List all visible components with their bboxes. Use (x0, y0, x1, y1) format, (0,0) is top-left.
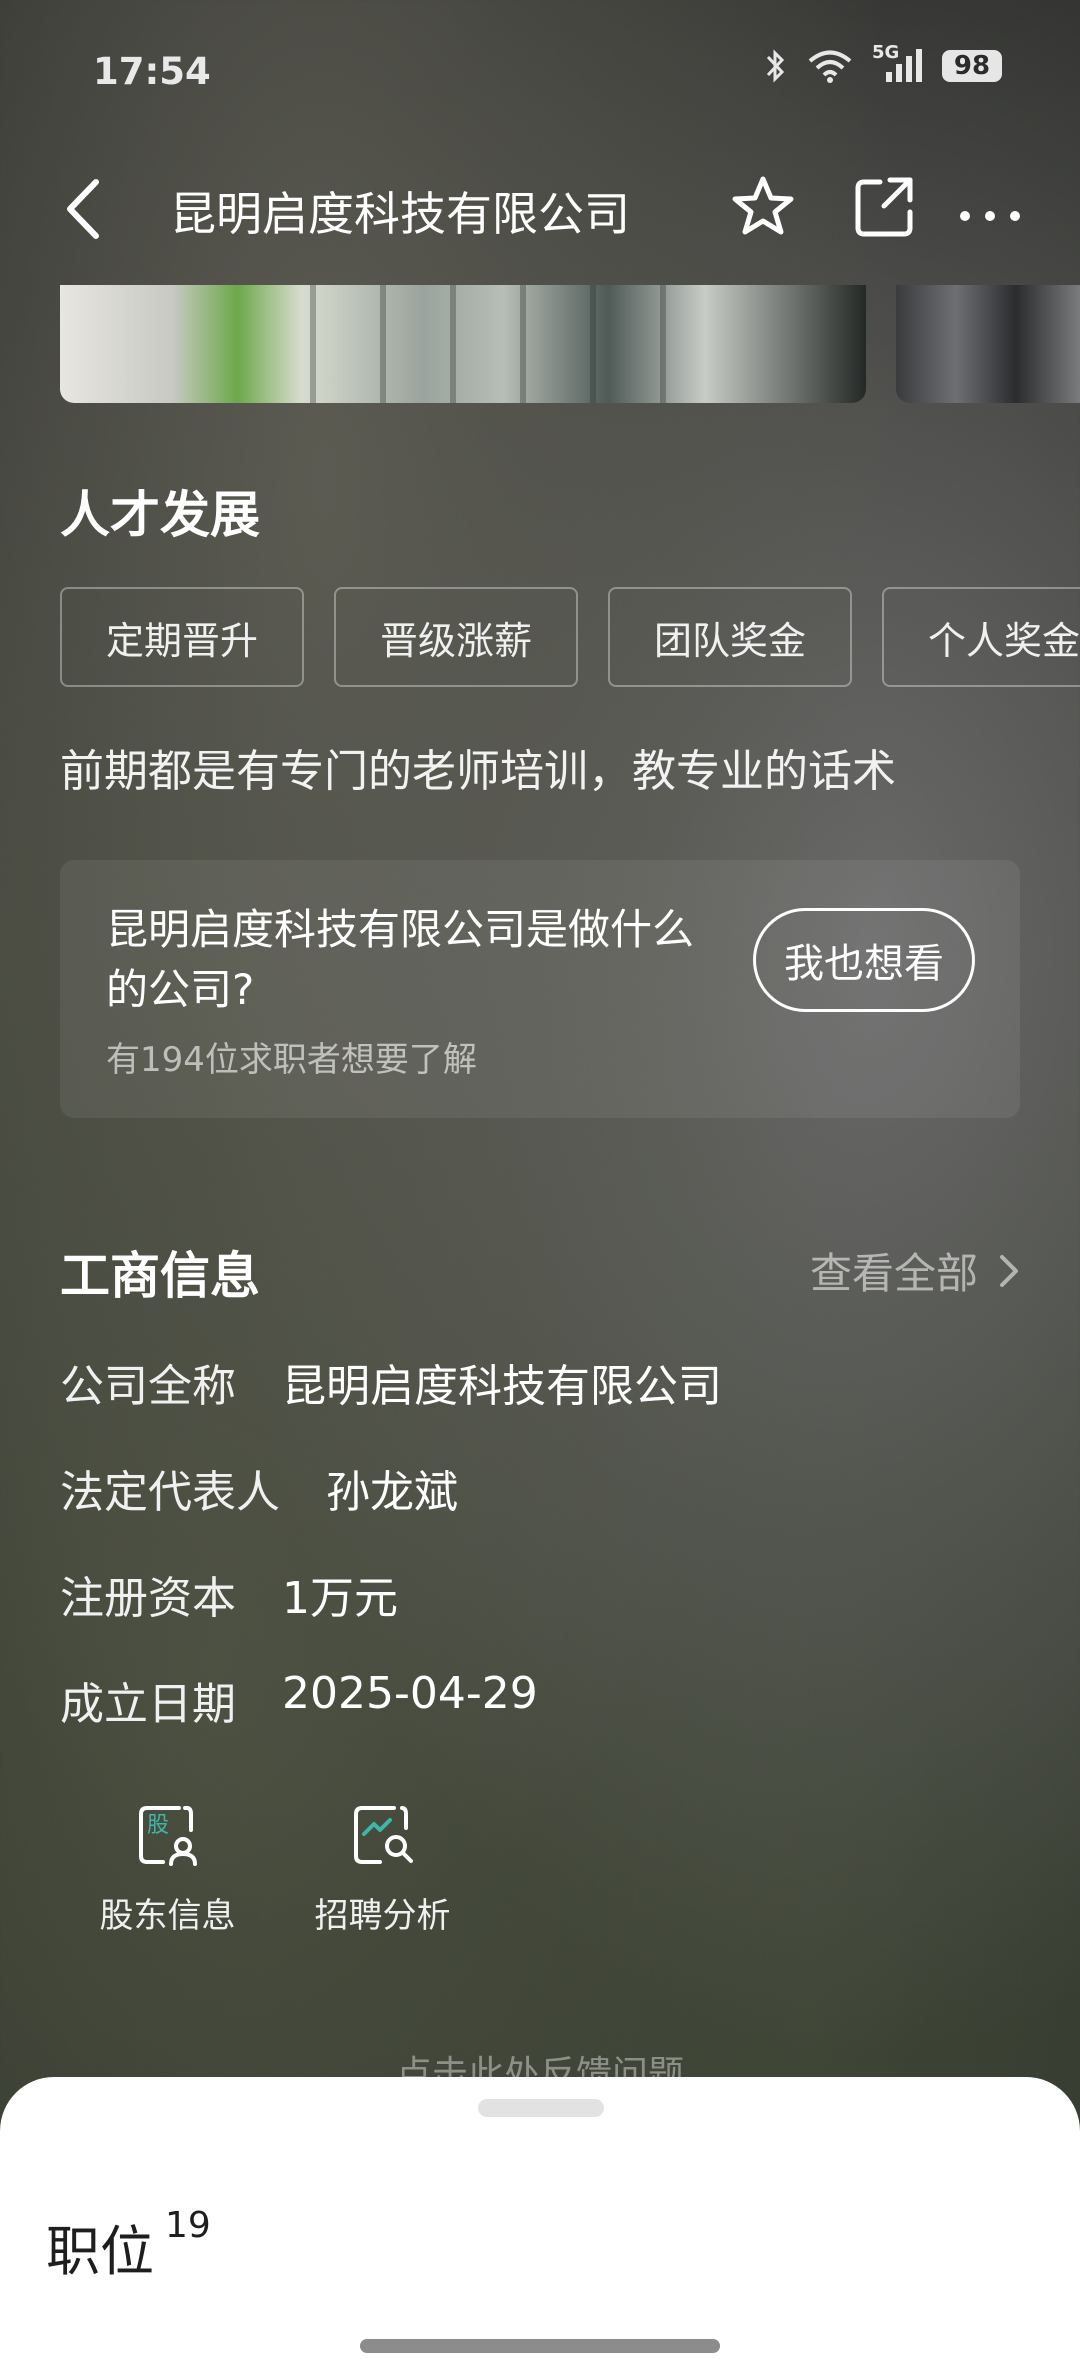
ask-card: 昆明启度科技有限公司是做什么的公司? 有194位求职者想要了解 我也想看 (60, 860, 1020, 1118)
wifi-icon (808, 50, 852, 83)
nav-bar: 昆明启度科技有限公司 (0, 160, 1080, 250)
share-icon[interactable] (850, 172, 920, 242)
office-photo[interactable] (60, 285, 866, 403)
jobs-title: 职位 (46, 2220, 154, 2283)
info-row-company-name: 公司全称 昆明启度科技有限公司 (60, 1350, 722, 1414)
shareholder-icon: 股 (138, 1806, 197, 1866)
back-icon[interactable] (58, 174, 108, 244)
page-title: 昆明启度科技有限公司 (170, 187, 630, 241)
quick-links: 股 股东信息 招聘分析 (99, 1800, 451, 1937)
battery-icon: 98 (942, 50, 1002, 82)
talent-tag: 团队奖金 (608, 587, 852, 687)
info-row-legal-rep: 法定代表人 孙龙斌 (60, 1456, 458, 1520)
more-icon[interactable] (955, 172, 1025, 242)
shareholder-icon-glyph: 股 (147, 1813, 169, 1838)
info-label: 注册资本 (60, 1573, 236, 1624)
want-to-see-button[interactable]: 我也想看 (753, 908, 975, 1012)
status-bar: 17:54 5G 98 (0, 0, 1080, 140)
info-value: 昆明启度科技有限公司 (282, 1361, 722, 1412)
talent-description: 前期都是有专门的老师培训，教专业的话术 (60, 746, 896, 797)
environment-gallery[interactable] (0, 285, 1080, 403)
info-row-capital: 注册资本 1万元 (60, 1562, 398, 1626)
view-all-label: 查看全部 (809, 1249, 978, 1298)
info-value: 2025-04-29 (282, 1668, 538, 1719)
info-label: 成立日期 (60, 1679, 236, 1730)
talent-section-title: 人才发展 (60, 486, 260, 544)
bluetooth-icon (766, 49, 785, 83)
office-photo[interactable] (896, 285, 1080, 403)
talent-tags: 定期晋升 晋级涨薪 团队奖金 个人奖金 (60, 587, 1080, 687)
ask-question: 昆明启度科技有限公司是做什么的公司? (106, 905, 695, 1014)
drag-handle[interactable] (478, 2099, 604, 2117)
view-all-link[interactable]: 查看全部 (810, 1240, 1020, 1301)
info-label: 法定代表人 (60, 1467, 280, 1518)
jobs-bottom-sheet[interactable]: 职位 19 (0, 2077, 1080, 2373)
info-label: 公司全称 (60, 1361, 236, 1412)
jobs-count: 19 (165, 2205, 211, 2246)
business-info-title: 工商信息 (60, 1247, 260, 1305)
info-value: 1万元 (282, 1573, 398, 1624)
quick-link-label: 招聘分析 (314, 1896, 451, 1936)
recruit-analysis-icon (353, 1806, 413, 1864)
talent-tag: 个人奖金 (882, 587, 1080, 687)
chevron-right-icon (1000, 1254, 1018, 1287)
shareholder-info-link[interactable]: 股 股东信息 (99, 1800, 236, 1937)
talent-tag: 定期晋升 (60, 587, 304, 687)
talent-tag: 晋级涨薪 (334, 587, 578, 687)
recruit-analysis-link[interactable]: 招聘分析 (314, 1800, 451, 1937)
info-row-founded: 成立日期 2025-04-29 (60, 1668, 538, 1732)
star-icon[interactable] (728, 172, 798, 242)
status-time: 17:54 (93, 50, 211, 93)
home-indicator[interactable] (360, 2339, 720, 2353)
ask-count: 有194位求职者想要了解 (106, 1040, 477, 1080)
signal-icon: 5G (872, 42, 924, 84)
status-icons: 5G 98 (764, 42, 1002, 84)
info-value: 孙龙斌 (326, 1467, 458, 1518)
quick-link-label: 股东信息 (99, 1896, 236, 1936)
